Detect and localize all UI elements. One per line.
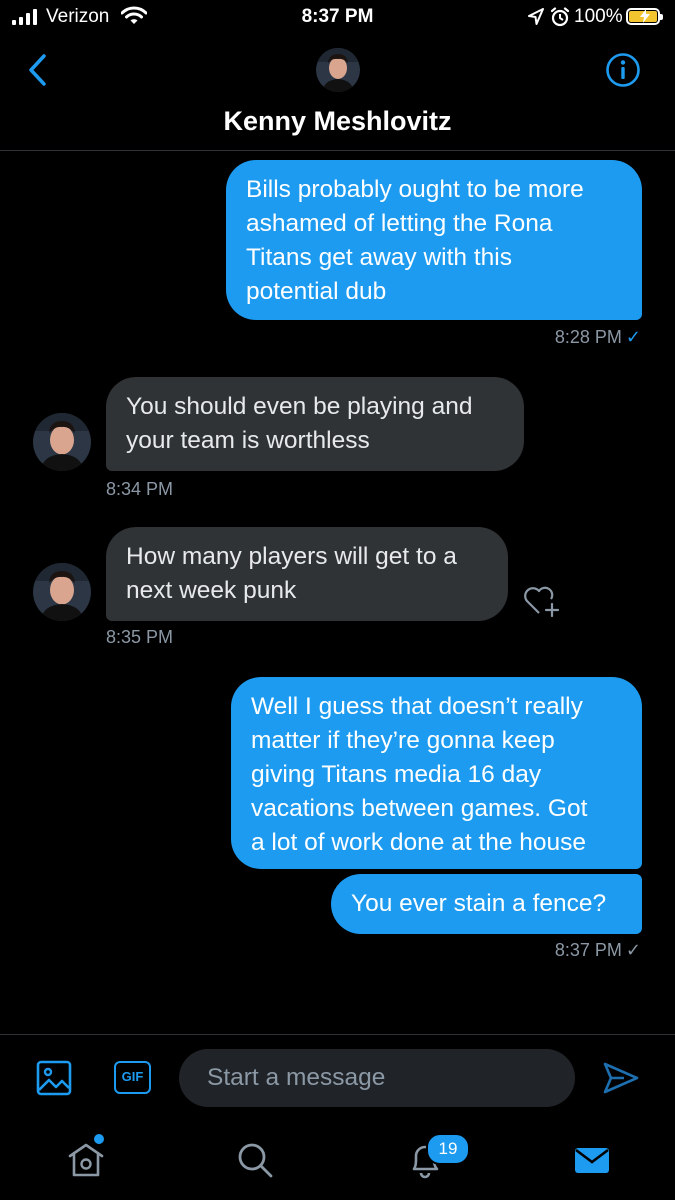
contact-avatar[interactable] — [316, 48, 360, 92]
message-timestamp: 8:37 PM ✓ — [554, 940, 641, 960]
composer-divider — [0, 1034, 675, 1035]
outgoing-message-bubble[interactable]: Bills probably ought to be more ashamed … — [226, 160, 642, 320]
home-icon[interactable] — [66, 1140, 106, 1180]
message-text: How many players will get to a next week… — [126, 543, 457, 604]
sender-avatar[interactable] — [33, 413, 91, 471]
header-divider — [0, 150, 675, 151]
message-text: You should even be playing and your team… — [126, 393, 473, 454]
message-timestamp: 8:35 PM — [106, 627, 174, 647]
incoming-message-bubble[interactable]: How many players will get to a next week… — [106, 527, 508, 621]
back-chevron-icon[interactable] — [24, 52, 52, 88]
message-input[interactable] — [179, 1049, 575, 1107]
info-icon[interactable] — [605, 52, 641, 88]
gif-button[interactable]: GIF — [114, 1061, 151, 1094]
status-bar: Verizon 8:37 PM 100% — [0, 0, 675, 36]
battery-percent: 100% — [574, 6, 623, 27]
sent-check-icon: ✓ — [625, 940, 641, 960]
outgoing-message-bubble[interactable]: Well I guess that doesn’t really matter … — [231, 677, 642, 869]
message-timestamp: 8:34 PM — [106, 479, 174, 499]
new-content-dot — [94, 1134, 104, 1144]
conversation-title: Kenny Meshlovitz — [223, 106, 452, 136]
sender-avatar[interactable] — [33, 563, 91, 621]
incoming-message-bubble[interactable]: You should even be playing and your team… — [106, 377, 524, 471]
add-reaction-heart-icon[interactable] — [522, 582, 562, 618]
search-icon[interactable] — [235, 1140, 275, 1180]
message-text: Bills probably ought to be more ashamed … — [246, 176, 584, 305]
mail-icon[interactable] — [572, 1140, 612, 1180]
message-text: You ever stain a fence? — [351, 890, 607, 917]
message-text: Well I guess that doesn’t really matter … — [251, 693, 588, 856]
outgoing-message-bubble[interactable]: You ever stain a fence? — [331, 874, 642, 934]
image-icon[interactable] — [36, 1060, 72, 1096]
message-timestamp: 8:28 PM ✓ — [554, 327, 641, 347]
send-icon[interactable] — [602, 1060, 640, 1096]
read-check-icon: ✓ — [625, 327, 641, 347]
alarm-clock-icon — [550, 7, 570, 27]
battery-charging-icon — [626, 8, 663, 25]
notifications-badge: 19 — [426, 1133, 470, 1165]
location-arrow-icon — [528, 8, 544, 25]
